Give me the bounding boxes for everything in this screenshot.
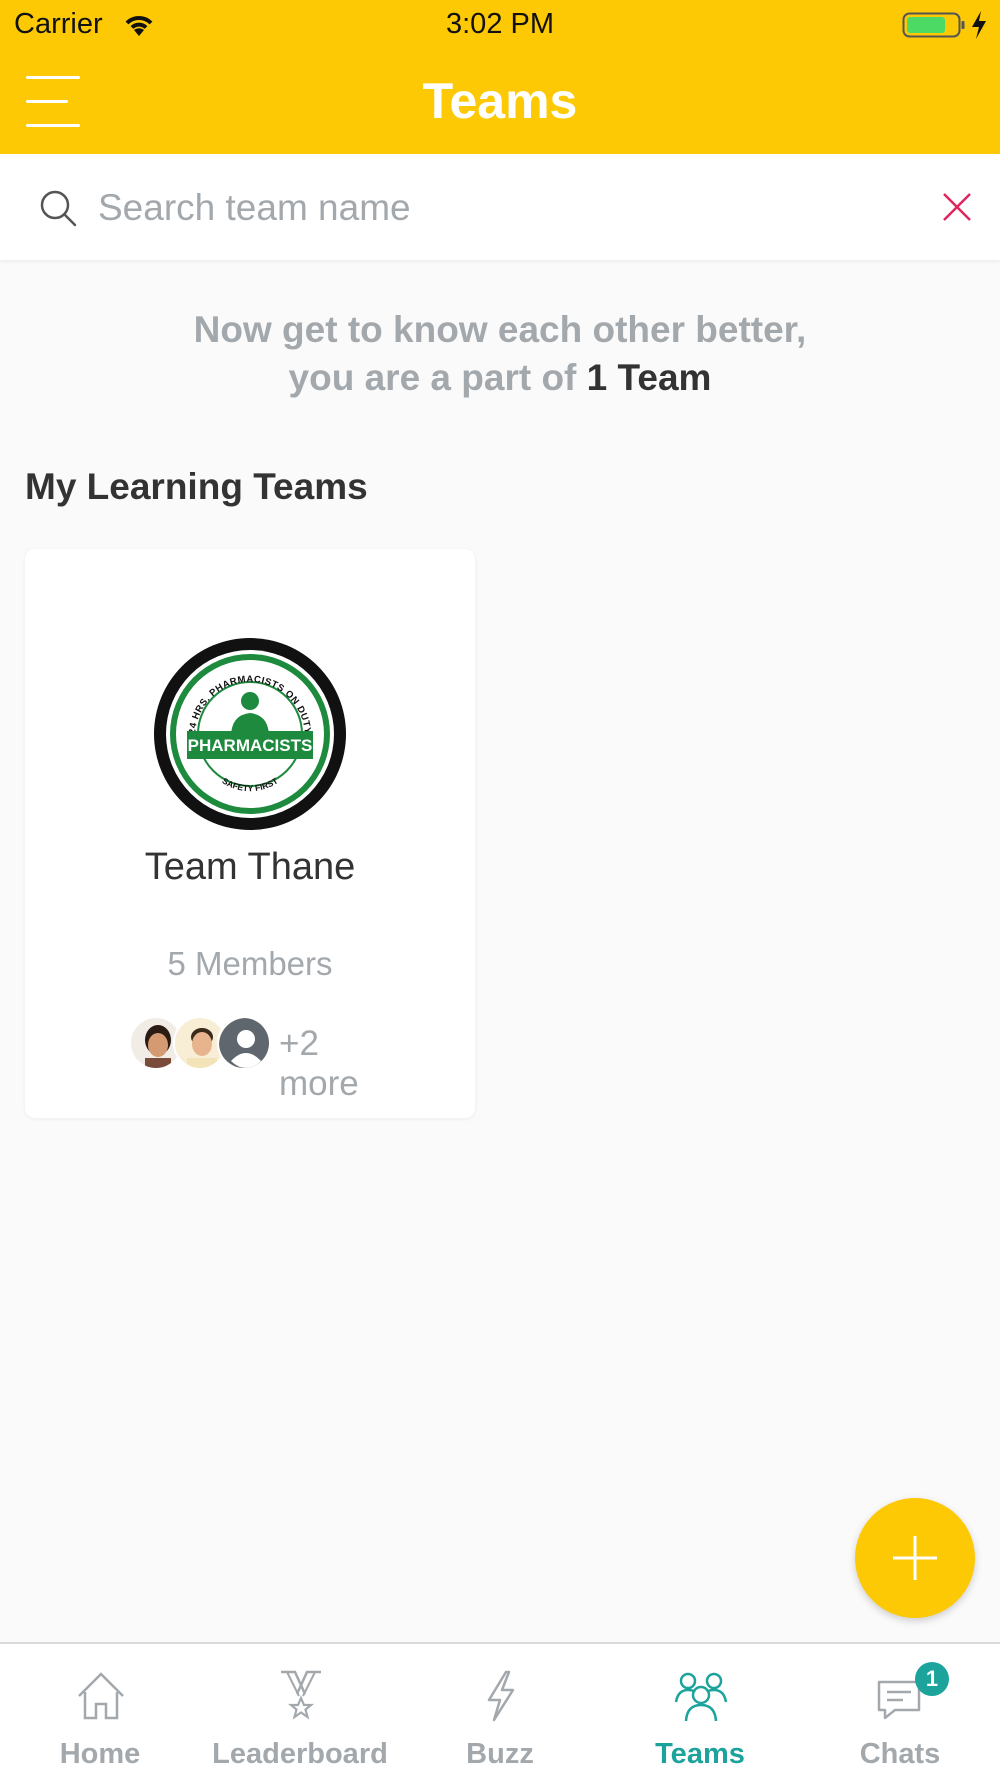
add-team-button[interactable] <box>855 1498 975 1618</box>
team-logo-icon: 24 HRS. PHARMACISTS ON DUTY PHARMACISTS … <box>154 638 346 830</box>
app-header: Carrier 3:02 PM Teams <box>0 0 1000 154</box>
team-count: 1 Team <box>586 357 712 398</box>
status-time: 3:02 PM <box>446 8 554 40</box>
bottom-tab-bar: Home Leaderboard Buzz Teams 1 Chats <box>0 1642 1000 1778</box>
tab-buzz[interactable]: Buzz <box>400 1644 600 1778</box>
section-title: My Learning Teams <box>25 466 368 507</box>
tab-label-leaderboard: Leaderboard <box>212 1738 388 1770</box>
charging-bolt-icon <box>972 11 986 39</box>
intro-line-2-prefix: you are a part of <box>288 357 577 398</box>
member-avatars: +2 more <box>107 1016 407 1103</box>
tab-label-home: Home <box>59 1738 141 1770</box>
intro-text: Now get to know each other better, you a… <box>0 306 1000 402</box>
logo-label: PHARMACISTS <box>188 736 313 755</box>
more-members: +2 more <box>279 1024 359 1103</box>
tab-chats[interactable]: 1 Chats <box>800 1644 1000 1778</box>
intro-line-2: you are a part of 1 Team <box>0 354 1000 402</box>
member-count: 5 Members <box>167 945 333 982</box>
tab-label-buzz: Buzz <box>466 1738 534 1770</box>
tab-leaderboard[interactable]: Leaderboard <box>200 1644 400 1778</box>
search-icon <box>40 190 77 227</box>
plus-icon <box>893 1536 937 1580</box>
tab-label-teams: Teams <box>655 1738 745 1770</box>
tab-label-chats: Chats <box>859 1738 941 1770</box>
intro-line-1: Now get to know each other better, <box>193 309 807 350</box>
search-input[interactable] <box>98 180 918 236</box>
page-title: Teams <box>422 73 578 129</box>
team-card[interactable]: 24 HRS. PHARMACISTS ON DUTY PHARMACISTS … <box>25 549 475 1118</box>
clear-search-icon[interactable] <box>940 190 974 224</box>
tab-home[interactable]: Home <box>0 1644 200 1778</box>
battery-icon <box>902 12 965 38</box>
default-avatar-icon <box>217 1016 271 1070</box>
team-name: Team Thane <box>144 846 356 888</box>
tab-teams[interactable]: Teams <box>600 1644 800 1778</box>
medal-icon <box>281 1670 321 1720</box>
chat-badge: 1 <box>915 1662 949 1696</box>
search-bar <box>0 154 1000 260</box>
status-bar: Carrier 3:02 PM <box>0 0 1000 50</box>
lightning-icon <box>487 1670 515 1722</box>
teams-icon <box>674 1672 728 1722</box>
home-icon <box>78 1672 124 1720</box>
